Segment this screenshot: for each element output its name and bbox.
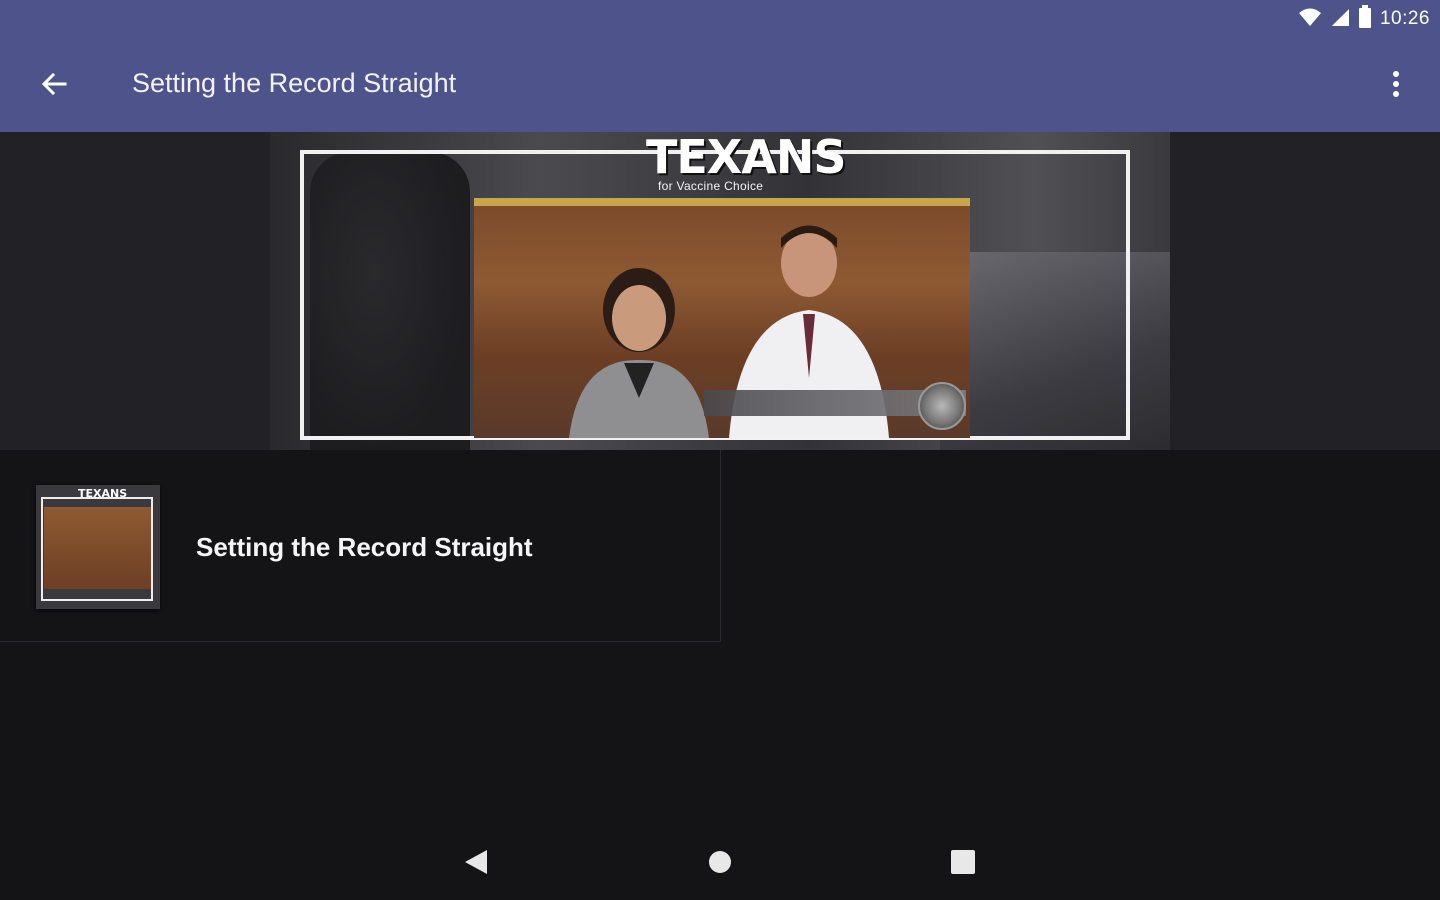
- status-icons: 10:26: [1298, 4, 1430, 34]
- video-logo-title: TEXANS: [646, 132, 846, 184]
- list-item-title: Setting the Record Straight: [196, 532, 533, 562]
- nav-home-icon: [707, 849, 733, 880]
- video-inner-photo: [474, 198, 970, 438]
- nav-back-button[interactable]: [446, 842, 506, 886]
- video-thumbnail: TEXANS: [36, 485, 160, 609]
- signal-icon: [1330, 7, 1350, 32]
- back-button[interactable]: [30, 62, 78, 110]
- nav-recents-button[interactable]: [933, 842, 993, 886]
- app-bar: Setting the Record Straight: [0, 38, 1440, 132]
- video-player[interactable]: TEXANS for Vaccine Choice: [270, 132, 1170, 450]
- status-bar: 10:26: [0, 0, 1440, 38]
- seal-emblem: [918, 382, 966, 430]
- video-logo-subtitle: for Vaccine Choice: [658, 179, 764, 193]
- status-time: 10:26: [1379, 8, 1430, 29]
- nav-recents-icon: [950, 849, 976, 880]
- video-player-area: TEXANS for Vaccine Choice: [0, 132, 1440, 450]
- page-title: Setting the Record Straight: [132, 68, 457, 98]
- nav-home-button[interactable]: [690, 842, 750, 886]
- arrow-back-icon: [40, 70, 68, 103]
- system-nav-bar: [0, 828, 1440, 900]
- battery-icon: [1358, 4, 1372, 34]
- overflow-menu-button[interactable]: [1376, 62, 1416, 110]
- list-item[interactable]: TEXANS Setting the Record Straight: [0, 450, 721, 642]
- wifi-icon: [1298, 7, 1322, 32]
- nav-back-icon: [463, 848, 489, 881]
- more-vert-icon: [1392, 70, 1400, 103]
- thumbnail-logo: TEXANS: [78, 487, 128, 500]
- speaker-woman: [569, 268, 709, 438]
